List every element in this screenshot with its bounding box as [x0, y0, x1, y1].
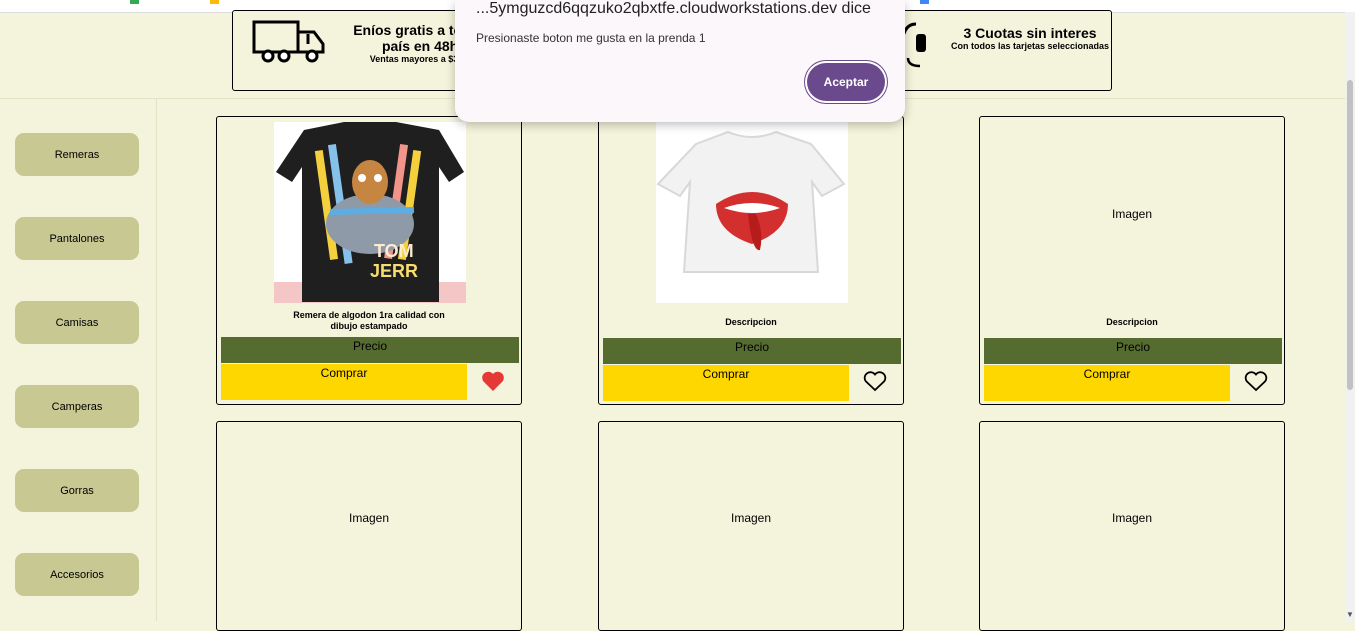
product-card: Imagen [598, 421, 904, 631]
sidebar-item-camperas[interactable]: Camperas [15, 385, 139, 428]
svg-text:JERR: JERR [370, 261, 418, 281]
sidebar-item-accesorios[interactable]: Accesorios [15, 553, 139, 596]
product-image-tom-jerry: TOM JERR [274, 122, 466, 303]
image-placeholder: Imagen [1111, 207, 1153, 221]
dialog-message: Presionaste boton me gusta en la prenda … [476, 31, 706, 45]
sidebar-divider [156, 99, 157, 621]
sidebar-item-label: Accesorios [50, 568, 104, 581]
sidebar-item-camisas[interactable]: Camisas [15, 301, 139, 344]
scrollbar-thumb[interactable] [1347, 80, 1353, 390]
accept-button[interactable]: Aceptar [807, 63, 885, 101]
product-image-rolling-stones [656, 122, 848, 303]
bookmark-icon [920, 0, 929, 4]
sidebar-item-remeras[interactable]: Remeras [15, 133, 139, 176]
installments-title: 3 Cuotas sin interes [963, 25, 1097, 41]
page-scrollbar[interactable]: ▼ [1345, 12, 1355, 621]
product-description: Remera de algodon 1ra calidad con dibujo… [293, 310, 445, 331]
scroll-down-arrow-icon[interactable]: ▼ [1346, 610, 1354, 619]
sidebar-item-label: Gorras [60, 484, 94, 497]
alert-dialog: ...5ymguzcd6qqzuko2qbxtfe.cloudworkstati… [455, 0, 905, 122]
product-card: TOM JERR Remera de algodon 1ra calidad c… [216, 116, 522, 405]
sidebar-item-label: Camperas [51, 400, 103, 413]
bookmark-icon [130, 0, 139, 4]
heart-icon[interactable] [863, 370, 887, 392]
sidebar-item-label: Pantalones [49, 232, 105, 245]
buy-button[interactable]: Comprar [984, 365, 1230, 401]
buy-button[interactable]: Comprar [221, 364, 467, 400]
heart-icon[interactable] [1244, 370, 1268, 392]
price-bar: Precio [221, 337, 519, 363]
product-card: Imagen [979, 421, 1285, 631]
heart-icon[interactable] [481, 370, 505, 392]
product-card: Imagen [216, 421, 522, 631]
image-placeholder: Imagen [1111, 511, 1153, 525]
product-card: Imagen Descripcion Precio Comprar [979, 116, 1285, 405]
sidebar-item-label: Remeras [54, 148, 100, 161]
installments-subtitle: Con todos las tarjetas seleccionadas [950, 41, 1110, 51]
sidebar-item-gorras[interactable]: Gorras [15, 469, 139, 512]
product-description: Descripcion [1106, 317, 1158, 327]
sidebar-item-pantalones[interactable]: Pantalones [15, 217, 139, 260]
sidebar-item-label: Camisas [55, 316, 99, 329]
product-description: Descripcion [725, 317, 777, 327]
price-bar: Precio [984, 338, 1282, 364]
installments-info: 3 Cuotas sin interes Con todos las tarje… [950, 25, 1110, 51]
buy-button[interactable]: Comprar [603, 365, 849, 401]
price-bar: Precio [603, 338, 901, 364]
bookmark-icon [210, 0, 219, 4]
truck-icon [252, 20, 325, 63]
product-card: Descripcion Precio Comprar [598, 116, 904, 405]
svg-text:TOM: TOM [374, 241, 414, 261]
image-placeholder: Imagen [730, 511, 772, 525]
dialog-title: ...5ymguzcd6qqzuko2qbxtfe.cloudworkstati… [476, 0, 871, 17]
image-placeholder: Imagen [348, 511, 390, 525]
